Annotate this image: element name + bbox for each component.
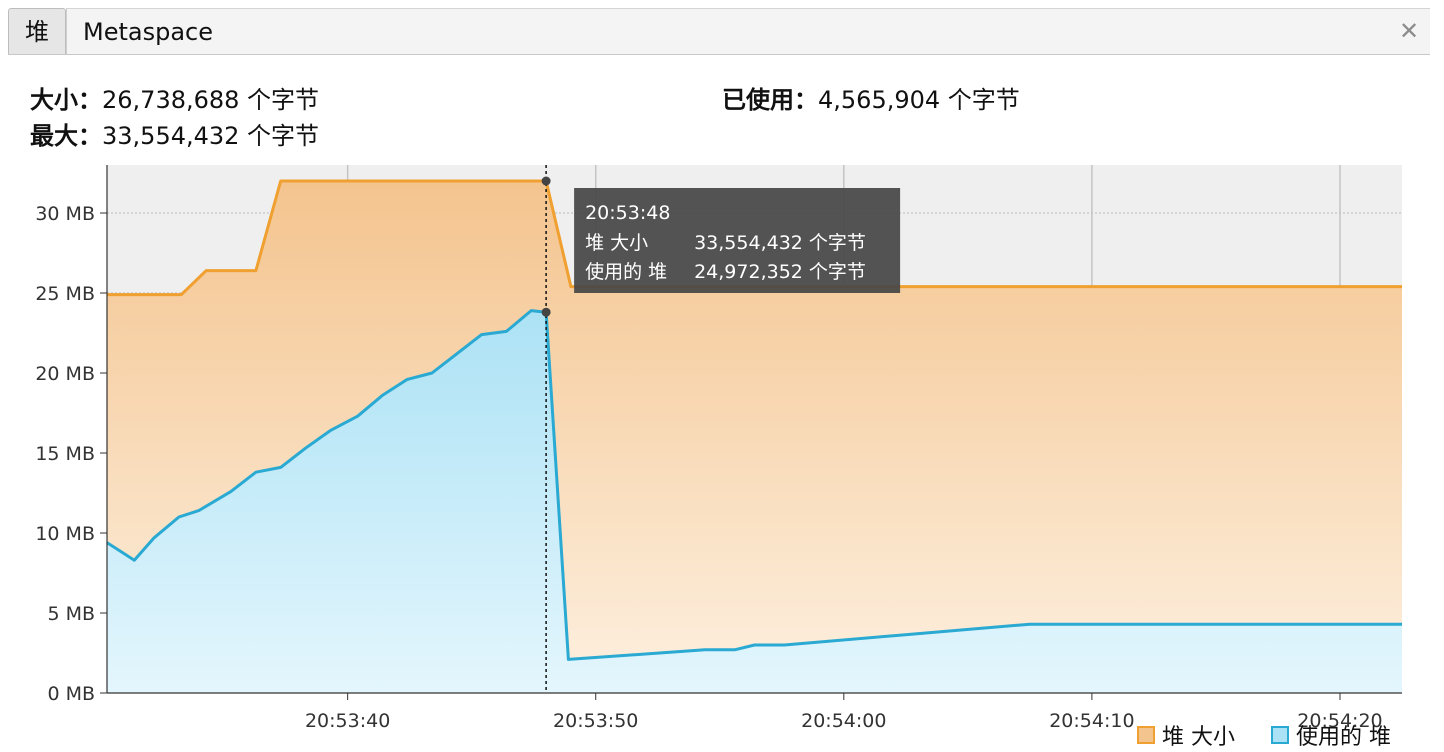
x-tick-label: 20:54:10 (1049, 710, 1134, 732)
heap-chart[interactable]: 0 MB 5 MB 10 MB 15 MB 20 MB 25 MB 30 MB 20:53:4… (0, 160, 1444, 750)
tooltip-heap-size-label: 堆 大小 (585, 232, 648, 254)
heap-size-hover-point (541, 176, 551, 186)
tooltip-time: 20:53:48 (585, 202, 670, 224)
legend-heap-size-label: 堆 大小 (1162, 725, 1235, 748)
tab-metaspace[interactable]: Metaspace (66, 8, 1430, 54)
heap-max-label: 最大： (30, 122, 102, 150)
heap-used-label: 已使用： (722, 86, 818, 114)
tooltip-heap-used-label: 使用的 堆 (585, 261, 667, 283)
legend-heap-size-swatch (1137, 726, 1155, 744)
heap-size-label: 大小： (30, 86, 102, 114)
y-tick-label: 0 MB (47, 683, 95, 705)
legend: 堆 大小 使用的 堆 (1137, 725, 1391, 750)
y-tick-label: 25 MB (35, 283, 95, 305)
heap-used-value: 4,565,904 个字节 (818, 86, 1020, 114)
tooltip: 20:53:48 堆 大小 33,554,432 个字节 使用的 堆 24,97… (574, 188, 901, 293)
y-tick-label: 20 MB (35, 363, 95, 385)
heap-max-value: 33,554,432 个字节 (102, 122, 320, 150)
y-tick-label: 10 MB (35, 523, 95, 545)
x-tick-label: 20:54:00 (801, 710, 886, 732)
heap-chart-svg[interactable]: 0 MB 5 MB 10 MB 15 MB 20 MB 25 MB 30 MB 20:53:4… (0, 160, 1444, 750)
tooltip-heap-used-value: 24,972,352 个字节 (694, 261, 866, 283)
y-tick-label: 5 MB (47, 603, 95, 625)
heap-size-value: 26,738,688 个字节 (102, 86, 320, 114)
heap-max-stat: 最大：33,554,432 个字节 (30, 116, 319, 151)
legend-heap-used-label: 使用的 堆 (1296, 725, 1391, 748)
tooltip-heap-size-value: 33,554,432 个字节 (694, 232, 866, 254)
heap-used-stat: 已使用：4,565,904 个字节 (722, 80, 1020, 115)
x-tick-label: 20:53:50 (553, 710, 638, 732)
tab-heap[interactable]: 堆 (8, 8, 66, 54)
close-icon[interactable]: ✕ (1394, 8, 1424, 54)
heap-size-stat: 大小：26,738,688 个字节 (30, 80, 319, 115)
y-tick-label: 30 MB (35, 203, 95, 225)
tab-bar: 堆 Metaspace ✕ (8, 8, 1430, 55)
x-tick-label: 20:53:40 (305, 710, 390, 732)
heap-used-hover-point (541, 307, 551, 317)
legend-heap-used-swatch (1271, 726, 1289, 744)
y-tick-label: 15 MB (35, 443, 95, 465)
